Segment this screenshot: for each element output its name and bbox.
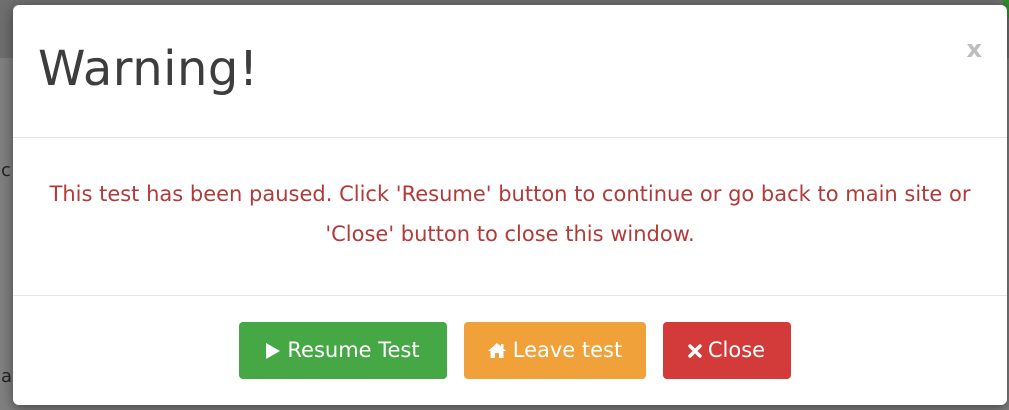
close-button[interactable]: Close	[662, 322, 791, 379]
play-icon	[265, 342, 281, 360]
leave-test-button[interactable]: Leave test	[463, 322, 646, 379]
background-page-text: c	[1, 160, 11, 181]
warning-message: This test has been paused. Click 'Resume…	[49, 182, 971, 246]
leave-test-label: Leave test	[512, 338, 623, 362]
dialog-body: This test has been paused. Click 'Resume…	[13, 139, 1007, 296]
resume-test-button[interactable]: Resume Test	[238, 322, 447, 379]
resume-test-label: Resume Test	[287, 338, 420, 362]
dialog-title: Warning!	[38, 41, 259, 97]
dialog-footer: Resume Test Leave test Close	[13, 297, 1007, 405]
close-icon[interactable]: x	[967, 36, 982, 62]
background-page-text: a	[1, 366, 13, 387]
warning-dialog: Warning! x This test has been paused. Cl…	[13, 5, 1007, 405]
close-label: Close	[707, 338, 766, 362]
times-icon	[688, 343, 702, 358]
dialog-header: Warning! x	[13, 5, 1007, 138]
home-icon	[487, 342, 507, 359]
